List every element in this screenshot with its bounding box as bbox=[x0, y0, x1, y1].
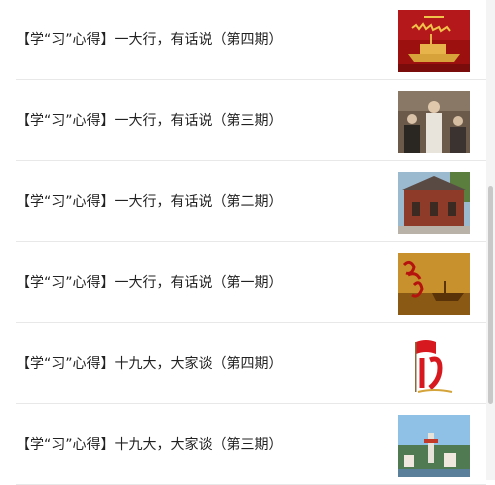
scrollbar-thumb[interactable] bbox=[488, 186, 493, 404]
red-boat-calligraphy-image bbox=[398, 253, 470, 315]
list-item[interactable]: 【学“习”心得】一大行，有话说（第三期） bbox=[16, 81, 486, 161]
scrollbar[interactable] bbox=[486, 0, 495, 480]
article-title: 【学“习”心得】一大行，有话说（第二期） bbox=[16, 194, 283, 210]
list-item[interactable]: 【学“习”心得】十九大，大家谈（第四期） bbox=[16, 324, 486, 404]
coastal-city-photo bbox=[398, 415, 470, 477]
article-thumbnail[interactable] bbox=[398, 172, 470, 234]
article-thumbnail[interactable] bbox=[398, 91, 470, 153]
article-thumbnail[interactable] bbox=[398, 334, 470, 396]
article-title: 【学“习”心得】十九大，大家谈（第三期） bbox=[16, 437, 283, 453]
list-item[interactable]: 【学“习”心得】一大行，有话说（第四期） bbox=[16, 0, 486, 80]
article-title: 【学“习”心得】一大行，有话说（第三期） bbox=[16, 113, 283, 129]
list-item[interactable]: 【学“习”心得】十九大，大家谈（第三期） bbox=[16, 405, 486, 485]
article-thumbnail[interactable] bbox=[398, 10, 470, 72]
nineteen-party-flag-logo bbox=[398, 334, 470, 396]
article-thumbnail[interactable] bbox=[398, 253, 470, 315]
red-boat-image bbox=[398, 10, 470, 72]
historical-figures-photo bbox=[398, 91, 470, 153]
article-title: 【学“习”心得】一大行，有话说（第一期） bbox=[16, 275, 283, 291]
article-title: 【学“习”心得】十九大，大家谈（第四期） bbox=[16, 356, 283, 372]
list-item[interactable]: 【学“习”心得】一大行，有话说（第二期） bbox=[16, 162, 486, 242]
article-title: 【学“习”心得】一大行，有话说（第四期） bbox=[16, 32, 283, 48]
article-thumbnail[interactable] bbox=[398, 415, 470, 477]
historic-building-photo bbox=[398, 172, 470, 234]
list-item[interactable]: 【学“习”心得】一大行，有话说（第一期） bbox=[16, 243, 486, 323]
